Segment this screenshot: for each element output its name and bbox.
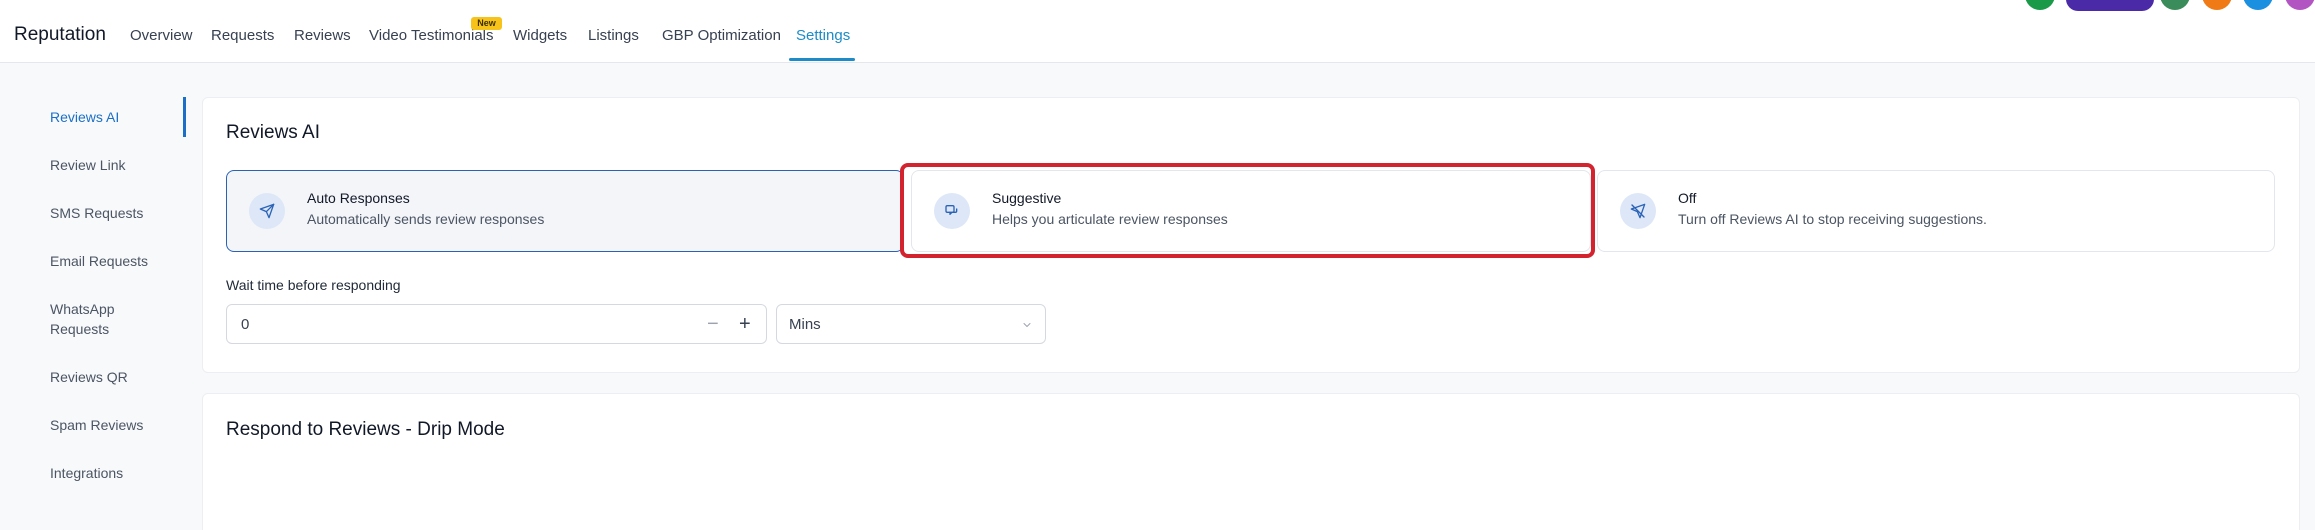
option-off[interactable]: Off Turn off Reviews AI to stop receivin… — [1597, 170, 2275, 252]
option-auto-responses[interactable]: Auto Responses Automatically sends revie… — [226, 170, 904, 252]
option-suggestive[interactable]: Suggestive Helps you articulate review r… — [911, 170, 1591, 252]
ask-ai-button[interactable] — [2066, 0, 2154, 11]
tab-listings[interactable]: Listings — [588, 27, 639, 44]
status-icon[interactable] — [2025, 0, 2055, 10]
wait-time-value[interactable]: 0 — [241, 316, 249, 333]
sidebar-active-indicator — [183, 97, 186, 137]
sidebar-item-spam-reviews[interactable]: Spam Reviews — [50, 415, 143, 435]
sidebar-item-reviews-ai[interactable]: Reviews AI — [50, 107, 119, 127]
option-title: Auto Responses — [307, 190, 410, 206]
wait-time-label: Wait time before responding — [226, 277, 401, 293]
drip-mode-card — [202, 393, 2300, 530]
user-avatar-icon[interactable] — [2285, 0, 2315, 10]
time-unit-value: Mins — [789, 316, 821, 333]
active-tab-indicator — [789, 58, 855, 61]
send-icon — [249, 193, 285, 229]
tab-requests[interactable]: Requests — [211, 27, 274, 44]
chevron-down-icon — [1023, 323, 1031, 327]
new-badge: New — [471, 17, 502, 30]
tab-gbp-optimization[interactable]: GBP Optimization — [662, 27, 781, 44]
chat-icon — [934, 193, 970, 229]
tab-overview[interactable]: Overview — [130, 27, 193, 44]
settings-sidebar: Reviews AI Review Link SMS Requests Emai… — [0, 63, 190, 530]
option-description: Automatically sends review responses — [307, 211, 545, 227]
option-description: Helps you articulate review responses — [992, 211, 1228, 227]
app-title: Reputation — [14, 24, 106, 45]
top-navigation: Reputation Overview Requests Reviews Vid… — [0, 0, 2315, 63]
sidebar-item-integrations[interactable]: Integrations — [50, 463, 123, 483]
avatar-icon[interactable] — [2160, 0, 2190, 10]
sidebar-item-sms-requests[interactable]: SMS Requests — [50, 203, 143, 223]
option-description: Turn off Reviews AI to stop receiving su… — [1678, 211, 1987, 227]
tab-settings[interactable]: Settings — [796, 27, 850, 44]
reviews-ai-title: Reviews AI — [226, 122, 320, 143]
drip-mode-title: Respond to Reviews - Drip Mode — [226, 419, 505, 440]
option-title: Suggestive — [992, 190, 1062, 206]
sidebar-item-reviews-qr[interactable]: Reviews QR — [50, 367, 128, 387]
decrement-button[interactable]: − — [707, 312, 719, 336]
sidebar-item-whatsapp-requests[interactable]: WhatsApp Requests — [50, 299, 140, 339]
option-title: Off — [1678, 190, 1697, 206]
time-unit-select[interactable]: Mins — [776, 304, 1046, 344]
help-icon[interactable] — [2243, 0, 2273, 10]
wait-time-input[interactable]: 0 − + — [226, 304, 767, 344]
sidebar-item-review-link[interactable]: Review Link — [50, 155, 125, 175]
tab-widgets[interactable]: Widgets — [513, 27, 567, 44]
send-off-icon — [1620, 193, 1656, 229]
increment-button[interactable]: + — [739, 312, 751, 336]
tab-reviews[interactable]: Reviews — [294, 27, 351, 44]
sidebar-item-email-requests[interactable]: Email Requests — [50, 251, 148, 271]
notification-icon[interactable] — [2202, 0, 2232, 10]
